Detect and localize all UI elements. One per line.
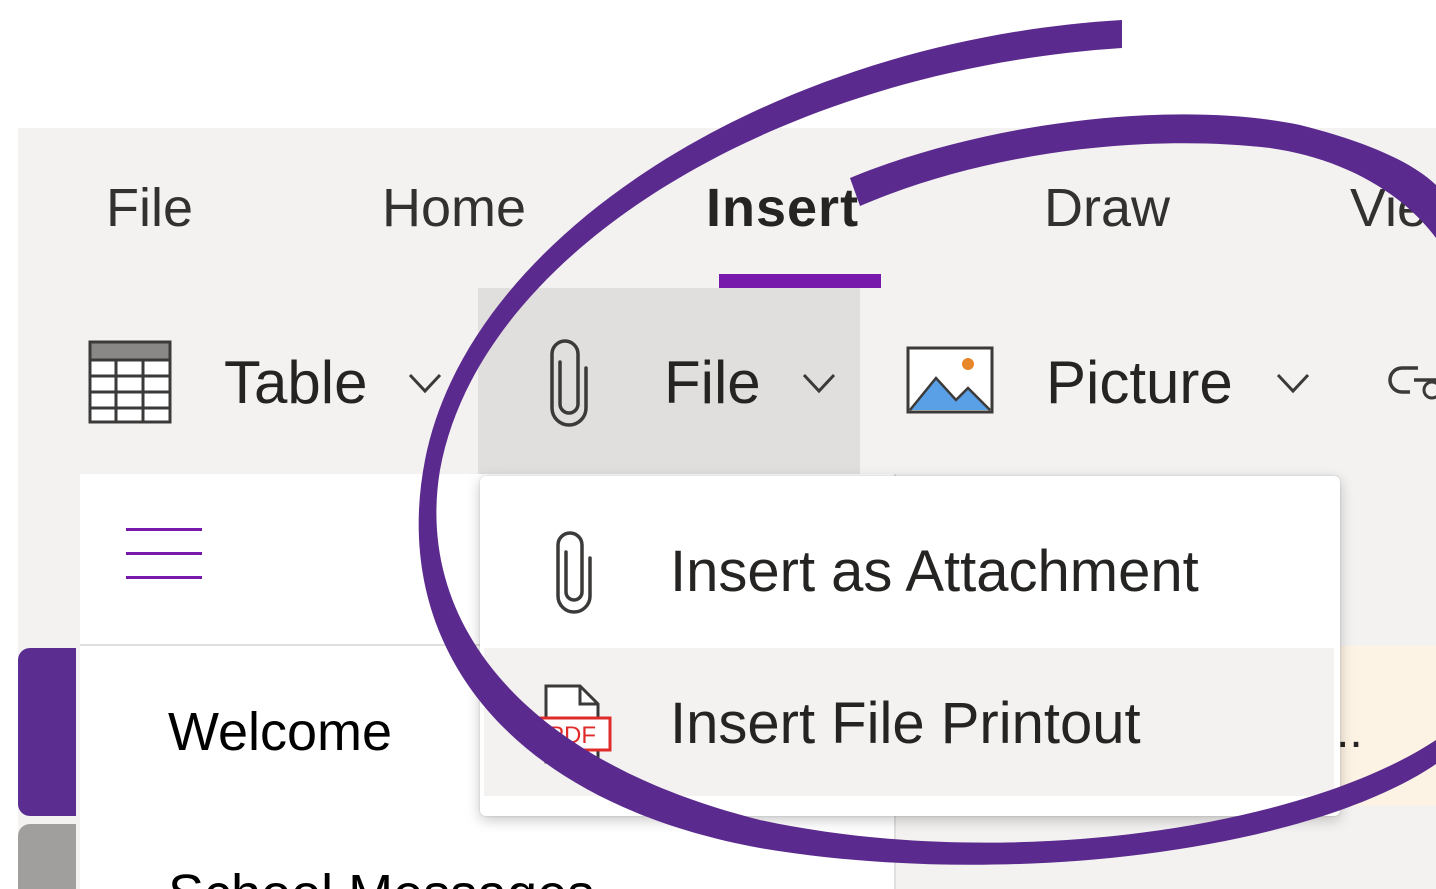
menu-item-insert-attachment[interactable]: Insert as Attachment xyxy=(480,498,1340,646)
paperclip-icon xyxy=(556,531,592,614)
pdf-text: PDF xyxy=(548,722,596,749)
tab-file[interactable]: File xyxy=(106,178,193,238)
picture-icon xyxy=(906,346,994,414)
hamburger-icon[interactable] xyxy=(126,526,202,582)
link-icon[interactable] xyxy=(1388,360,1436,404)
menu-item-insert-printout[interactable]: PDF Insert File Printout xyxy=(484,648,1334,796)
table-label: Table xyxy=(224,349,368,416)
table-icon xyxy=(88,340,172,424)
paperclip-icon xyxy=(550,339,588,427)
menu-label: Insert File Printout xyxy=(670,691,1141,756)
chevron-down-icon xyxy=(1276,373,1310,394)
page-item-school-messages[interactable]: School Messages xyxy=(168,864,594,889)
page-item-welcome[interactable]: Welcome xyxy=(168,702,392,762)
file-label: File xyxy=(664,349,761,416)
onenote-window: File Home Insert Draw View Table File Pi… xyxy=(18,128,1436,889)
menu-label: Insert as Attachment xyxy=(670,539,1199,604)
tab-view[interactable]: View xyxy=(1350,178,1436,238)
picture-label: Picture xyxy=(1046,349,1233,416)
active-tab-indicator xyxy=(719,274,881,288)
pdf-icon: PDF xyxy=(532,684,612,764)
section-tab-selected[interactable] xyxy=(18,648,76,816)
tab-home[interactable]: Home xyxy=(382,178,526,238)
tab-draw[interactable]: Draw xyxy=(1044,178,1170,238)
section-tab[interactable] xyxy=(18,824,76,889)
tab-insert[interactable]: Insert xyxy=(706,178,859,238)
file-dropdown-menu: Insert as Attachment PDF Insert File Pri… xyxy=(480,476,1340,816)
truncated-text: .. xyxy=(1336,705,1363,758)
chevron-down-icon xyxy=(408,373,442,394)
chevron-down-icon xyxy=(802,373,836,394)
